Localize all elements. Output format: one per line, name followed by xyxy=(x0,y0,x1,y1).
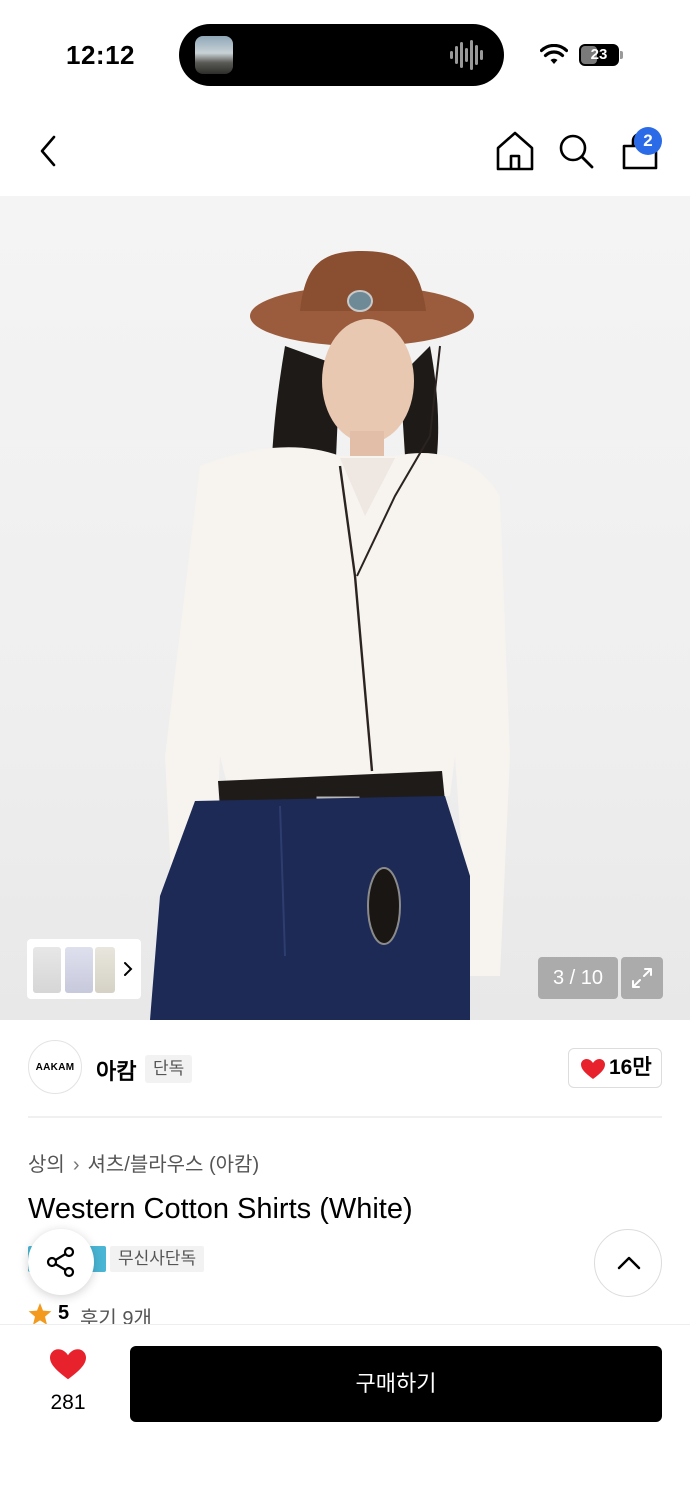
chevron-left-icon[interactable] xyxy=(30,130,70,172)
battery-percent: 23 xyxy=(590,46,608,63)
search-icon[interactable] xyxy=(555,130,597,172)
dynamic-island[interactable] xyxy=(179,24,504,86)
product-image-carousel[interactable] xyxy=(0,196,690,1020)
brand-exclusive-badge: 단독 xyxy=(145,1055,193,1083)
product-title: Western Cotton Shirts (White) xyxy=(28,1193,413,1225)
expand-icon xyxy=(632,968,652,988)
heart-icon xyxy=(581,1059,605,1079)
wishlist-button[interactable]: 281 xyxy=(28,1349,108,1419)
chevron-right-icon[interactable] xyxy=(121,959,135,979)
share-icon xyxy=(46,1246,75,1278)
status-bar: 12:12 23 xyxy=(0,0,690,110)
brand-row: AAKAM 아캄 단독 16만 xyxy=(28,1040,662,1098)
breadcrumb-separator-icon: › xyxy=(72,1154,80,1176)
cart-count-badge: 2 xyxy=(634,127,662,155)
brand-like-count: 16만 xyxy=(609,1056,652,1079)
section-divider xyxy=(28,1116,662,1118)
star-icon xyxy=(28,1303,52,1325)
now-playing-artwork xyxy=(195,36,233,74)
share-button[interactable] xyxy=(28,1229,94,1295)
brand-like-button[interactable]: 16만 xyxy=(568,1048,662,1088)
image-page-counter: 3 / 10 xyxy=(538,957,618,999)
wishlist-count: 281 xyxy=(50,1391,86,1414)
breadcrumb-subcategory[interactable]: 셔츠/블라우스 (아캄) xyxy=(87,1154,259,1176)
bottom-action-bar: 281 구매하기 xyxy=(0,1324,690,1500)
home-icon[interactable] xyxy=(494,128,536,174)
thumbnail-beige[interactable] xyxy=(95,947,115,993)
battery-indicator: 23 xyxy=(579,44,619,66)
audio-waveform-icon xyxy=(450,40,483,70)
tag-exclusive: 무신사단독 xyxy=(110,1246,205,1272)
scroll-to-top-button[interactable] xyxy=(594,1229,662,1297)
breadcrumb: 상의 › 셔츠/블라우스 (아캄) xyxy=(28,1148,259,1177)
brand-name[interactable]: 아캄 xyxy=(96,1054,136,1086)
product-photo xyxy=(150,251,510,1020)
expand-button[interactable] xyxy=(621,957,663,999)
status-time: 12:12 xyxy=(66,40,135,70)
rating-score: 5 xyxy=(58,1302,70,1324)
battery-nub xyxy=(620,51,623,59)
breadcrumb-category[interactable]: 상의 xyxy=(28,1154,65,1176)
thumbnail-blue[interactable] xyxy=(65,947,93,993)
wifi-icon xyxy=(540,44,568,64)
buy-button[interactable]: 구매하기 xyxy=(130,1346,662,1422)
thumbnail-strip[interactable] xyxy=(27,939,141,999)
brand-logo[interactable]: AAKAM xyxy=(28,1040,82,1094)
heart-filled-icon xyxy=(50,1349,86,1380)
thumbnail-white[interactable] xyxy=(33,947,61,993)
top-nav xyxy=(0,120,690,184)
chevron-up-icon xyxy=(617,1256,641,1270)
